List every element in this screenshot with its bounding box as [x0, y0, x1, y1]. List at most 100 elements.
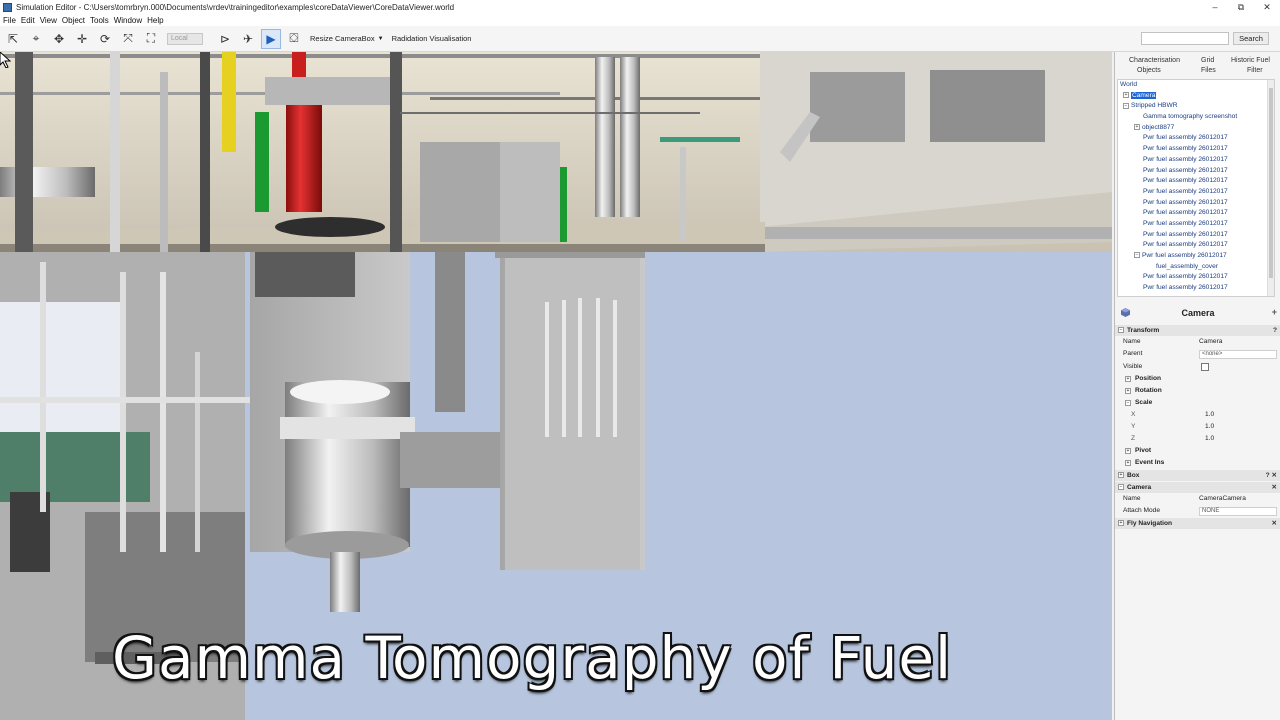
expand-icon[interactable]: +	[1123, 91, 1129, 98]
bounds-icon[interactable]: ⛶	[141, 29, 161, 49]
video-caption: Gamma Tomography of Fuel	[112, 624, 953, 692]
radiation-visualisation-button[interactable]: Radidation Visualisation	[392, 34, 472, 43]
tall-column-2	[620, 57, 640, 217]
section-fly-navigation[interactable]: + Fly Navigation ✕	[1115, 518, 1280, 530]
close-button[interactable]: ✕	[1254, 0, 1280, 14]
scale-y-field[interactable]: 1.0	[1205, 421, 1214, 433]
expand-icon[interactable]: +	[1125, 459, 1131, 466]
tree-item-cover[interactable]: fuel_assembly_cover	[1118, 262, 1274, 273]
subsection-pivot[interactable]: + Pivot	[1115, 445, 1280, 457]
scale-z-field[interactable]: 1.0	[1205, 433, 1214, 445]
expand-icon[interactable]: +	[1118, 471, 1124, 478]
prop-visible-row: Visible	[1115, 361, 1280, 373]
tab-historic-fuel[interactable]: Historic Fuel	[1231, 57, 1270, 64]
expand-icon[interactable]: +	[1134, 124, 1140, 130]
local-global-select[interactable]: Local	[167, 32, 203, 45]
box-help-close-icons[interactable]: ? ✕	[1266, 470, 1277, 481]
tree-item-world[interactable]: World	[1118, 80, 1274, 91]
scrollbar-thumb[interactable]	[1269, 88, 1273, 278]
section-camera[interactable]: − Camera ✕	[1115, 481, 1280, 493]
attach-mode-dropdown[interactable]: NONE	[1199, 507, 1277, 517]
tree-item-assembly[interactable]: Pwr fuel assembly 26012017	[1118, 219, 1274, 230]
translate-icon[interactable]: ✛	[72, 29, 92, 49]
tree-item-object[interactable]: + object8877	[1118, 123, 1274, 134]
maximize-button[interactable]: ⧉	[1228, 0, 1254, 14]
rotate-icon[interactable]: ⟳	[95, 29, 115, 49]
tree-item-assembly[interactable]: Pwr fuel assembly 26012017	[1118, 155, 1274, 166]
close-icon[interactable]: ✕	[1271, 518, 1277, 529]
tree-item-assembly[interactable]: Pwr fuel assembly 26012017	[1118, 208, 1274, 219]
object-tree[interactable]: World + Camera − Stripped HBWR Gamma tomog…	[1117, 79, 1275, 297]
scale-icon[interactable]: ⤧	[118, 29, 138, 49]
tree-item-assembly[interactable]: Pwr fuel assembly 26012017	[1118, 272, 1274, 283]
camera-box-icon[interactable]: ⛋	[284, 29, 304, 49]
scale-x-field[interactable]: 1.0	[1205, 409, 1214, 421]
tank-block-face	[500, 142, 560, 242]
select-arrow-icon[interactable]: ⇱	[3, 29, 23, 49]
3d-viewport[interactable]: Gamma Tomography of Fuel	[0, 52, 1112, 720]
tree-item-camera[interactable]: + Camera	[1118, 91, 1274, 102]
help-icon[interactable]: ?	[1273, 325, 1277, 336]
name-field[interactable]: Camera	[1199, 336, 1222, 348]
tree-item-assembly[interactable]: Pwr fuel assembly 26012017	[1118, 240, 1274, 251]
tab-characterisation[interactable]: Characterisation	[1129, 57, 1180, 64]
tree-item-assembly[interactable]: Pwr fuel assembly 26012017	[1118, 133, 1274, 144]
move-icon[interactable]: ✥	[49, 29, 69, 49]
tree-item-assembly-expanded[interactable]: − Pwr fuel assembly 26012017	[1118, 251, 1274, 262]
section-transform[interactable]: − Transform ?	[1115, 325, 1280, 336]
search-input[interactable]	[1141, 32, 1229, 45]
tree-item-assembly[interactable]: Pwr fuel assembly 26012017	[1118, 283, 1274, 294]
subsection-event-ins[interactable]: + Event Ins	[1115, 457, 1280, 469]
tall-column-1	[595, 57, 615, 217]
close-icon[interactable]: ✕	[1271, 482, 1277, 493]
expand-icon[interactable]: +	[1125, 375, 1131, 382]
collapse-icon[interactable]: −	[1125, 399, 1131, 406]
minimize-button[interactable]: –	[1202, 0, 1228, 14]
menu-object[interactable]: Object	[61, 16, 89, 25]
tab-objects[interactable]: Objects	[1137, 67, 1161, 74]
parent-dropdown[interactable]: <none>	[1199, 350, 1277, 360]
tree-scrollbar[interactable]	[1267, 80, 1274, 296]
collapse-icon[interactable]: −	[1118, 327, 1124, 333]
menu-edit[interactable]: Edit	[20, 16, 39, 25]
search-button[interactable]: Search	[1233, 32, 1269, 45]
step-play-icon[interactable]: ⊳	[215, 29, 235, 49]
tree-item-assembly[interactable]: Pwr fuel assembly 26012017	[1118, 198, 1274, 209]
red-tank	[286, 102, 322, 212]
menu-tools[interactable]: Tools	[89, 16, 113, 25]
camera-name-field[interactable]: CameraCamera	[1199, 493, 1246, 505]
expand-icon[interactable]: +	[1125, 387, 1131, 394]
add-component-icon[interactable]: +	[1272, 307, 1277, 317]
menu-view[interactable]: View	[39, 16, 61, 25]
tree-item-assembly[interactable]: Pwr fuel assembly 26012017	[1118, 187, 1274, 198]
tree-item-assembly[interactable]: Pwr fuel assembly 26012017	[1118, 166, 1274, 177]
tree-item-stripped-hbwr[interactable]: − Stripped HBWR	[1118, 101, 1274, 112]
collapse-icon[interactable]: −	[1118, 483, 1124, 490]
tree-item-assembly[interactable]: Pwr fuel assembly 26012017	[1118, 144, 1274, 155]
subsection-position[interactable]: + Position	[1115, 373, 1280, 385]
fuel-rod-1	[545, 302, 549, 437]
menu-file[interactable]: File	[2, 16, 20, 25]
tab-grid[interactable]: Grid	[1201, 57, 1214, 64]
subsection-scale[interactable]: − Scale	[1115, 397, 1280, 409]
expand-icon[interactable]: +	[1118, 520, 1124, 527]
select-tool-icon[interactable]: ⌖	[26, 29, 46, 49]
menu-help[interactable]: Help	[146, 16, 167, 25]
collapse-icon[interactable]: −	[1123, 102, 1129, 109]
subsection-rotation[interactable]: + Rotation	[1115, 385, 1280, 397]
cube-icon	[1121, 308, 1130, 317]
tree-item-screenshot[interactable]: Gamma tomography screenshot	[1118, 112, 1274, 123]
expand-icon[interactable]: +	[1125, 447, 1131, 454]
tree-item-assembly[interactable]: Pwr fuel assembly 26012017	[1118, 176, 1274, 187]
resize-camerabox-dropdown[interactable]: Resize CameraBox ▼	[310, 34, 384, 43]
section-box[interactable]: + Box ? ✕	[1115, 469, 1280, 481]
menu-window[interactable]: Window	[113, 16, 146, 25]
tab-filter[interactable]: Filter	[1247, 67, 1263, 74]
visible-checkbox[interactable]	[1201, 362, 1209, 371]
play-icon[interactable]: ▶	[261, 28, 281, 49]
collapse-icon[interactable]: −	[1134, 252, 1140, 259]
tree-item-assembly[interactable]: Pwr fuel assembly 26012017	[1118, 230, 1274, 241]
app-icon	[3, 2, 12, 12]
tab-files[interactable]: Files	[1201, 67, 1216, 74]
fly-icon[interactable]: ✈	[238, 29, 258, 49]
